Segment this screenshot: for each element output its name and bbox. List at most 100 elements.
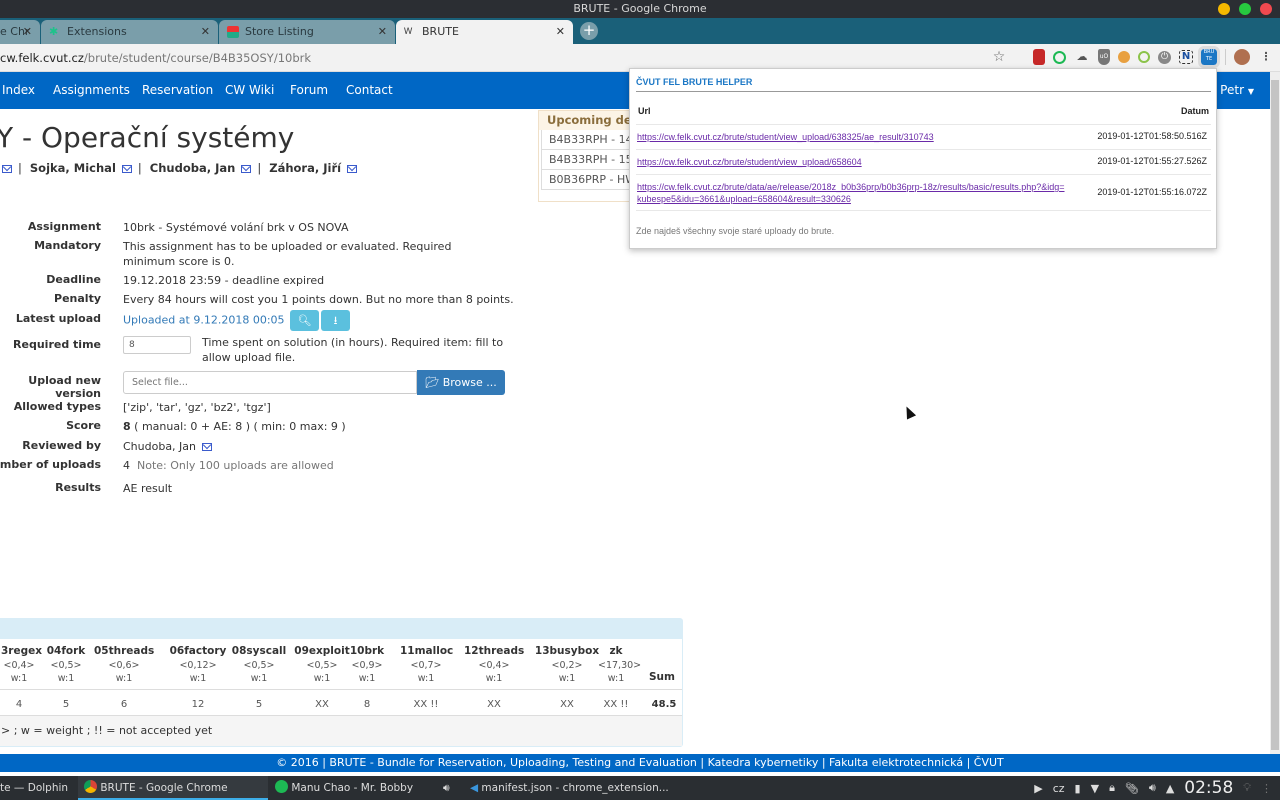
bookmark-star-icon[interactable]: ☆ [991, 49, 1007, 65]
search-icon: 🔍︎ [297, 314, 312, 327]
task-label: te — Dolphin [0, 782, 69, 794]
result-column-header: 3regex <0,4> w:1 [1, 645, 42, 686]
mail-icon[interactable] [347, 165, 358, 173]
task-spotify[interactable]: Manu Chao - Mr. Bobby [272, 776, 437, 800]
media-player-icon[interactable]: ▶ [1034, 782, 1042, 795]
lock-icon[interactable]: 🔒︎ [1109, 781, 1115, 795]
tab-extensions[interactable]: ✱ Extensions ✕ [41, 20, 218, 44]
deadline-item[interactable]: B0B36PRP - HW [541, 170, 635, 190]
address-bar[interactable]: cw.felk.cvut.cz/brute/student/course/B4B… [0, 51, 311, 65]
nav-assignments[interactable]: Assignments [53, 83, 130, 97]
keyboard-layout[interactable]: cz [1053, 782, 1065, 795]
ae-result-link[interactable]: AE result [123, 481, 523, 496]
upload-date: 2019-01-12T01:55:16.072Z [1097, 187, 1207, 197]
clock[interactable]: 02:58 [1184, 778, 1233, 798]
close-tab-icon[interactable]: ✕ [556, 20, 565, 44]
close-tab-icon[interactable]: ✕ [23, 20, 32, 44]
chrome-menu-icon[interactable]: ⋮ [1258, 49, 1274, 65]
task-label: Manu Chao - Mr. Bobby [291, 782, 414, 794]
webstore-icon [227, 26, 239, 38]
audio-playing-icon[interactable]: 🔊︎ [443, 776, 450, 800]
profile-avatar[interactable] [1234, 49, 1250, 65]
label: Number of uploads [0, 458, 101, 471]
panel-menu-icon[interactable]: ⋮ [1261, 782, 1272, 795]
mail-icon[interactable] [241, 165, 252, 173]
label: Upload new version [28, 374, 101, 400]
mail-icon[interactable] [2, 165, 12, 173]
upload-date: 2019-01-12T01:55:27.526Z [1097, 156, 1207, 166]
maximize-button[interactable] [1239, 3, 1251, 15]
browse-button[interactable]: 📂︎ Browse ... [417, 370, 505, 395]
nav-contact[interactable]: Contact [346, 83, 393, 97]
result-value: XX [487, 699, 501, 710]
result-weight: w:1 [10, 673, 28, 684]
wifi-icon[interactable]: ▼ [1091, 782, 1099, 795]
cookie-extension-icon[interactable] [1118, 51, 1130, 63]
n-extension-icon[interactable]: N [1179, 50, 1193, 64]
tab-brute[interactable]: Ꮃ BRUTE ✕ [396, 20, 573, 44]
lime-circle-extension-icon[interactable] [1138, 51, 1150, 63]
cloud-extension-icon[interactable]: ☁ [1074, 49, 1090, 65]
green-circle-extension-icon[interactable] [1053, 50, 1066, 64]
mail-icon[interactable] [121, 165, 132, 173]
nav-forum[interactable]: Forum [290, 83, 328, 97]
close-tab-icon[interactable]: ✕ [201, 20, 210, 44]
brute-helper-extension-icon[interactable]: BRU TE [1198, 46, 1220, 68]
puzzle-icon: ✱ [49, 25, 59, 38]
clipboard-icon[interactable]: 📎︎ [1125, 782, 1139, 795]
required-time-input[interactable] [123, 336, 191, 354]
download-upload-button[interactable]: ⭳ [321, 310, 351, 331]
volume-icon[interactable]: 🔊︎ [1149, 781, 1156, 795]
tab-label: Store Listing [245, 25, 314, 38]
col-header-url: Url [638, 106, 651, 116]
nav-cw-wiki[interactable]: CW Wiki [225, 83, 274, 97]
minimize-button[interactable] [1218, 3, 1230, 15]
result-value: XX !! [413, 699, 439, 710]
brute-helper-popup: ČVUT FEL BRUTE HELPER Url Datum https://… [629, 68, 1217, 249]
deadline-item[interactable]: B4B33RPH - 14_ [541, 130, 635, 150]
result-column-header: 13busybox <0,2> w:1 [532, 645, 602, 686]
download-icon: ⭳ [333, 314, 338, 327]
tab-chrome[interactable]: e Chr ✕ [0, 20, 40, 44]
score-detail: ( manual: 0 + AE: 8 ) ( min: 0 max: 9 ) [130, 420, 346, 433]
score-value: 8 [123, 420, 131, 433]
result-column-header: 08syscall <0,5> w:1 [231, 645, 287, 686]
upload-url-link[interactable]: https://cw.felk.cvut.cz/brute/data/ae/re… [637, 181, 1067, 205]
battery-icon[interactable]: ▮ [1075, 782, 1081, 795]
upload-url-link[interactable]: https://cw.felk.cvut.cz/brute/student/vi… [637, 156, 1067, 168]
page-footer: © 2016 | BRUTE - Bundle for Reservation,… [0, 754, 1280, 772]
task-vscode[interactable]: ◀ manifest.json - chrome_extension... [470, 776, 669, 800]
nav-reservation[interactable]: Reservation [142, 83, 213, 97]
ublock-shield-icon[interactable]: uO [1098, 49, 1110, 65]
nav-index[interactable]: Index [2, 83, 35, 97]
mail-icon[interactable] [201, 443, 212, 451]
page-title: Y - Operační systémy [0, 121, 295, 154]
file-path-input[interactable] [123, 371, 417, 394]
view-upload-button[interactable]: 🔍︎ [290, 310, 320, 331]
book-extension-icon[interactable] [1033, 49, 1045, 65]
power-extension-icon[interactable]: ⏻ [1158, 50, 1171, 64]
tray-expand-icon[interactable]: ▲ [1166, 782, 1174, 795]
tab-store-listing[interactable]: Store Listing ✕ [219, 20, 395, 44]
lightbulb-icon[interactable]: 💡︎ [1243, 781, 1251, 795]
deadline-text: 19.12.2018 23:59 - deadline expired [123, 274, 325, 287]
tab-label: Extensions [67, 25, 127, 38]
latest-upload-link[interactable]: Uploaded at 9.12.2018 00:05 [123, 314, 285, 327]
close-tab-icon[interactable]: ✕ [378, 20, 387, 44]
result-column-header: 06factory <0,12> w:1 [167, 645, 229, 686]
result-name: 08syscall [231, 645, 287, 657]
assignment-link[interactable]: 10brk - Systémové volání brk v OS NOVA [123, 220, 523, 235]
new-tab-button[interactable]: + [580, 22, 598, 40]
folder-open-icon: 📂︎ [425, 376, 440, 389]
upload-url-link[interactable]: https://cw.felk.cvut.cz/brute/student/vi… [637, 131, 1067, 143]
page-scrollbar[interactable] [1270, 72, 1280, 754]
close-window-button[interactable] [1260, 3, 1272, 15]
result-column-header: 11malloc <0,7> w:1 [400, 645, 453, 686]
scrollbar-thumb[interactable] [1271, 80, 1279, 750]
task-dolphin[interactable]: te — Dolphin [0, 776, 78, 800]
results-table-header [0, 619, 682, 639]
teacher-name: Sojka, Michal [29, 161, 116, 175]
label: Mandatory [34, 239, 101, 252]
task-chrome[interactable]: BRUTE - Google Chrome [78, 776, 268, 800]
deadline-item[interactable]: B4B33RPH - 15_ [541, 150, 635, 170]
